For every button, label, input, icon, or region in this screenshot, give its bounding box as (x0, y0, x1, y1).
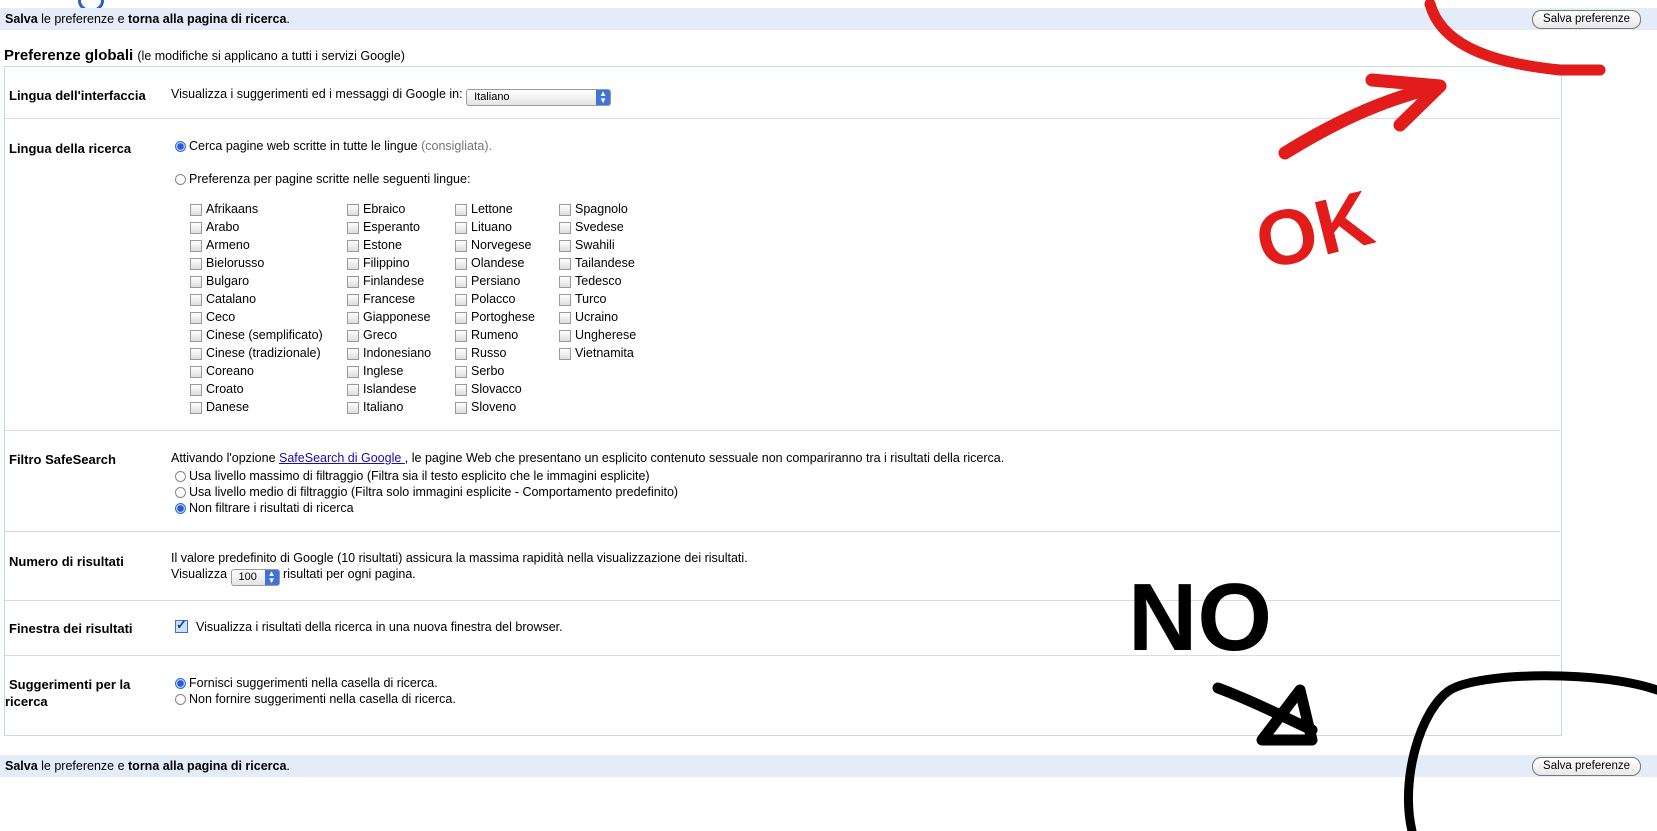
no-annotation: NO (1128, 564, 1272, 671)
ok-annotation: OK (1247, 173, 1382, 287)
red-circle-annotation (1424, 0, 1606, 76)
hand-drawn-annotations: OK NO (1128, 0, 1657, 831)
black-circle-annotation (1404, 671, 1657, 831)
black-arrow-annotation (1212, 682, 1318, 746)
red-arrow-annotation (1278, 73, 1447, 160)
